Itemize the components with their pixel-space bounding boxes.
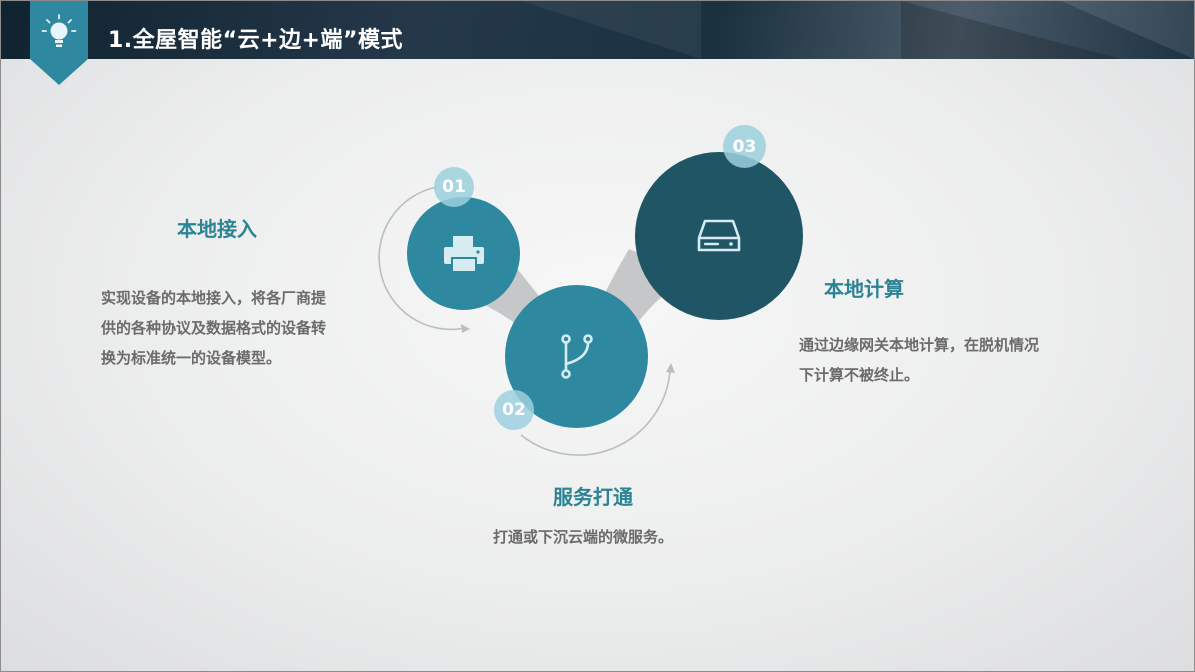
description-line: 下计算不被终止。 — [799, 366, 920, 384]
step-02-number: 02 — [494, 390, 534, 430]
step-01-number: 01 — [434, 167, 474, 207]
description-line: 换为标准统一的设备模型。 — [101, 349, 282, 367]
description-line: 打通或下沉云端的微服务。 — [493, 528, 674, 546]
arrowhead — [666, 363, 675, 373]
hard-drive-icon — [697, 219, 741, 252]
step-01-description: 实现设备的本地接入，将各厂商提 供的各种协议及数据格式的设备转 换为标准统一的设… — [101, 283, 326, 373]
step-01-title: 本地接入 — [177, 217, 257, 241]
description-line: 通过边缘网关本地计算，在脱机情况 — [799, 336, 1040, 354]
printer-icon — [443, 235, 484, 273]
step-03-title: 本地计算 — [824, 277, 904, 301]
arrowhead — [461, 324, 470, 333]
step-03-circle — [635, 152, 803, 320]
step-03-description: 通过边缘网关本地计算，在脱机情况 下计算不被终止。 — [799, 330, 1039, 390]
step-02-description: 打通或下沉云端的微服务。 — [493, 522, 673, 552]
branch-icon — [560, 333, 593, 379]
description-line: 供的各种协议及数据格式的设备转 — [101, 319, 327, 337]
step-03-number: 03 — [723, 125, 766, 168]
slide: 1.全屋智能“云+边+端”模式 01 02 03 本地接入 实现设备的本地接入，… — [0, 0, 1195, 672]
description-line: 实现设备的本地接入，将各厂商提 — [101, 289, 327, 307]
step-01-circle — [407, 197, 520, 310]
step-02-title: 服务打通 — [553, 485, 633, 509]
